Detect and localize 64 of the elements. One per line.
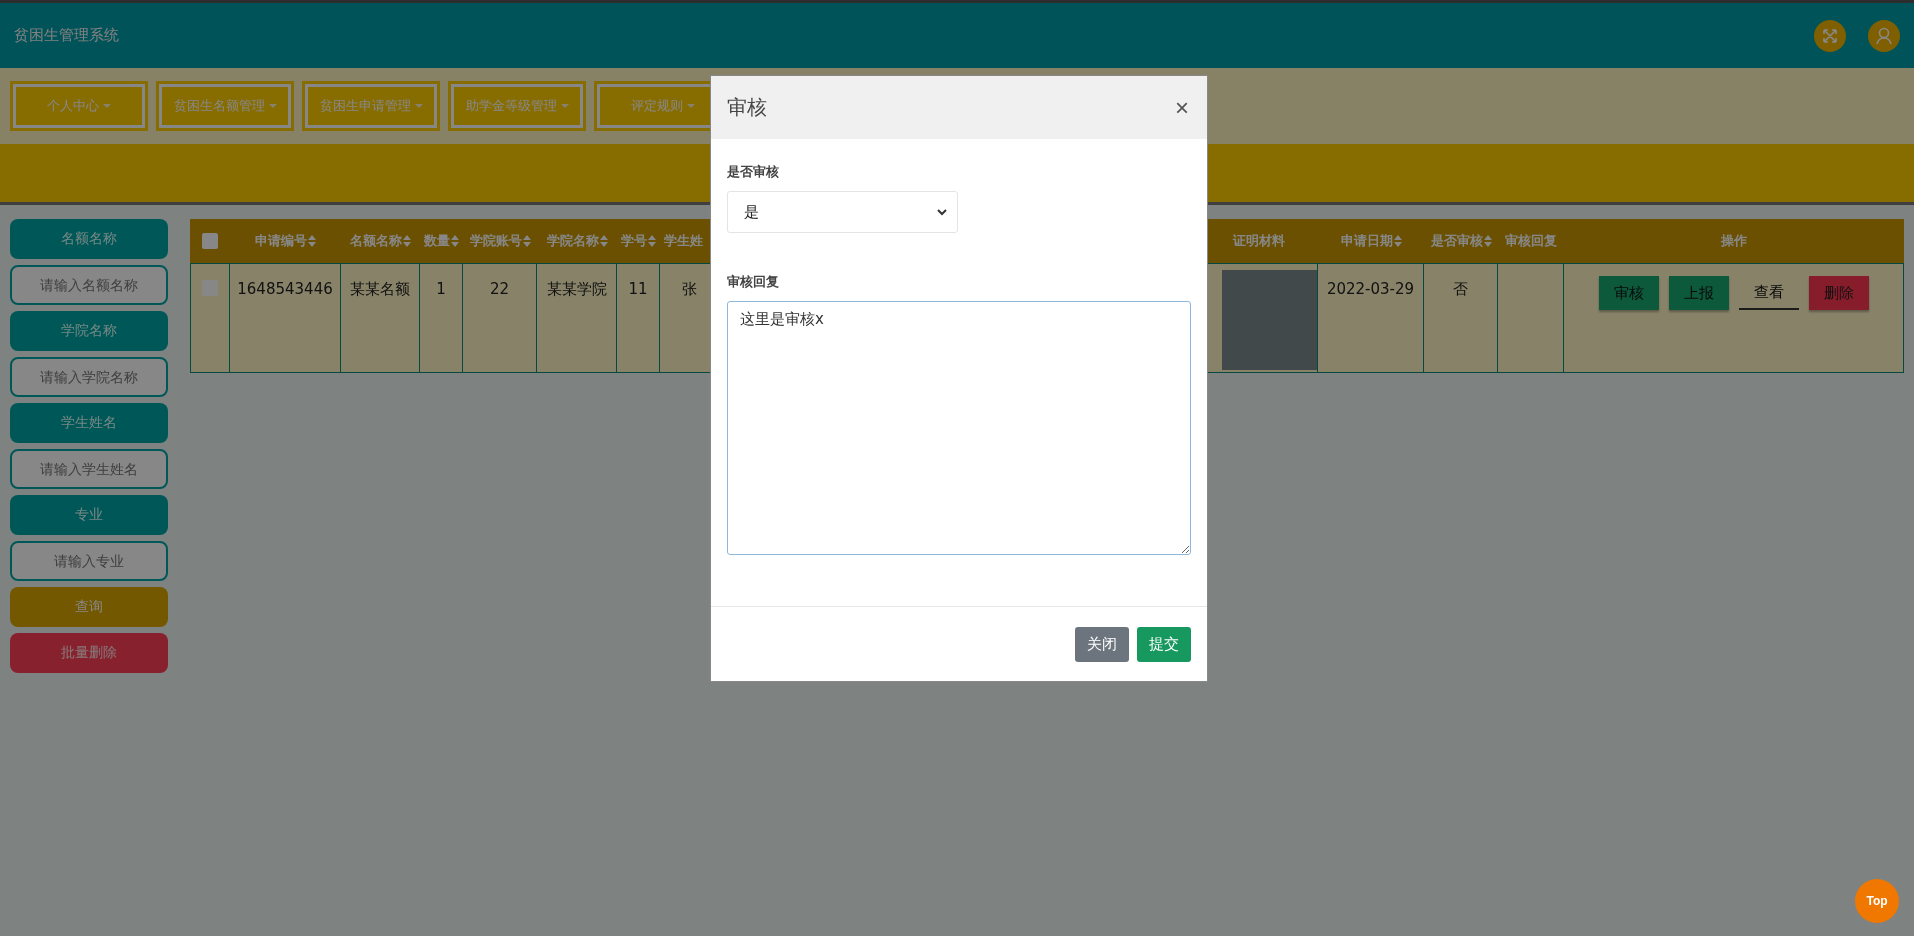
- column-header[interactable]: 申请编号: [230, 219, 341, 263]
- back-to-top-button[interactable]: Top: [1855, 879, 1899, 923]
- column-header[interactable]: 申请日期: [1318, 219, 1424, 263]
- table-cell: 22: [463, 263, 537, 373]
- column-header: 审核回复: [1498, 219, 1564, 263]
- field-label: 审核回复: [727, 273, 780, 291]
- caret-icon: [560, 104, 569, 108]
- column-header[interactable]: 是否审核: [1424, 219, 1498, 263]
- reply-textarea[interactable]: 这里是审核x: [727, 301, 1191, 555]
- sort-icon[interactable]: [403, 235, 411, 247]
- sort-icon[interactable]: [648, 235, 656, 247]
- field-label: 学生姓名: [10, 403, 168, 443]
- search-button[interactable]: 查询: [10, 587, 168, 627]
- review-button[interactable]: 审核: [1598, 276, 1659, 310]
- field-label: 学院名称: [10, 311, 168, 351]
- table-cell: 2022-03-29: [1318, 263, 1424, 373]
- table-cell: 1: [420, 263, 463, 373]
- column-header[interactable]: 名额名称: [341, 219, 420, 263]
- fullscreen-icon[interactable]: [1814, 19, 1846, 52]
- caret-icon: [414, 104, 423, 108]
- search-field[interactable]: 请输入专业: [10, 541, 168, 581]
- nav-menu-button[interactable]: 助学金等级管理: [451, 84, 583, 128]
- close-dialog-button[interactable]: 关闭: [1075, 626, 1129, 662]
- sort-icon[interactable]: [599, 235, 608, 247]
- field-label: 名额名称: [10, 219, 168, 259]
- table-cell: 某某学院: [537, 263, 617, 373]
- table-cell: 某某名额: [341, 263, 420, 373]
- dialog-title: 审核: [727, 94, 767, 121]
- nav-menu-button[interactable]: 贫困生名额管理: [159, 84, 291, 128]
- nav-menu-button[interactable]: 贫困生申请管理: [305, 84, 437, 128]
- sort-icon[interactable]: [522, 235, 531, 247]
- report-button[interactable]: 上报: [1668, 276, 1729, 310]
- caret-icon: [103, 104, 111, 108]
- column-header: 操作: [1564, 219, 1904, 263]
- chevron-down-icon: [937, 208, 947, 216]
- app-title: 贫困生管理系统: [14, 26, 119, 45]
- search-field[interactable]: 请输入学生姓名: [10, 449, 168, 489]
- table-cell: 1648543446: [230, 263, 341, 373]
- submit-button[interactable]: 提交: [1137, 626, 1191, 662]
- column-header[interactable]: 学院账号: [463, 219, 537, 263]
- table-cell: 11: [617, 263, 660, 373]
- column-header[interactable]: 学院名称: [537, 219, 617, 263]
- sort-icon[interactable]: [451, 235, 459, 247]
- review-status-dropdown[interactable]: 是: [727, 191, 958, 233]
- column-header[interactable]: 学号: [617, 219, 660, 263]
- search-field[interactable]: 请输入学院名称: [10, 357, 168, 397]
- sort-icon[interactable]: [1393, 235, 1402, 247]
- sort-icon[interactable]: [1483, 235, 1492, 247]
- table-cell: 否: [1424, 263, 1498, 373]
- field-label: 是否审核: [727, 163, 780, 181]
- sort-icon[interactable]: [308, 235, 316, 247]
- view-button[interactable]: 查看: [1738, 276, 1799, 310]
- user-icon[interactable]: [1868, 19, 1900, 52]
- caret-icon: [268, 104, 277, 108]
- close-button[interactable]: ×: [1173, 95, 1191, 120]
- caret-icon: [687, 104, 695, 108]
- nav-menu-button[interactable]: 个人中心: [13, 84, 145, 128]
- select-all-checkbox[interactable]: [202, 233, 218, 249]
- row-checkbox[interactable]: [202, 280, 218, 296]
- column-header[interactable]: 数量: [420, 219, 463, 263]
- delete-button[interactable]: 删除: [1808, 276, 1869, 310]
- search-field[interactable]: 请输入名额名称: [10, 265, 168, 305]
- field-label: 专业: [10, 495, 168, 535]
- batch-delete-button[interactable]: 批量删除: [10, 633, 168, 673]
